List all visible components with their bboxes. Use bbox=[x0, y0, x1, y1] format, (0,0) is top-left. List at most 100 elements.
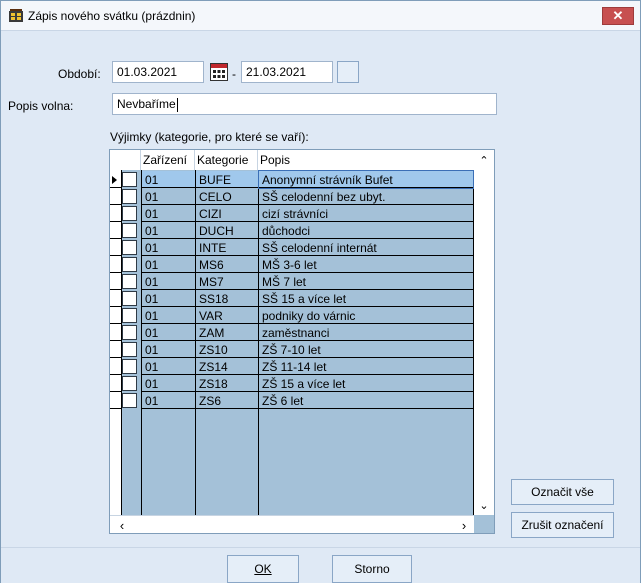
row-checkbox[interactable] bbox=[122, 393, 137, 408]
cell-category[interactable]: ZS14 bbox=[196, 358, 258, 375]
cell-description[interactable]: MŠ 3-6 let bbox=[259, 256, 473, 273]
cell-category[interactable]: VAR bbox=[196, 307, 258, 324]
table-row[interactable]: 01 CIZI cizí strávníci bbox=[110, 205, 473, 222]
cell-description[interactable]: ZŠ 15 a více let bbox=[259, 375, 473, 392]
row-checkbox[interactable] bbox=[122, 342, 137, 357]
row-indicator[interactable] bbox=[110, 324, 122, 341]
row-indicator[interactable] bbox=[110, 273, 122, 290]
close-button[interactable]: ✕ bbox=[602, 7, 634, 25]
column-header-facility[interactable]: Zařízení bbox=[141, 150, 195, 170]
cell-description[interactable]: Anonymní strávník Bufet bbox=[258, 170, 474, 189]
table-row[interactable]: 01 VAR podniky do várnic bbox=[110, 307, 473, 324]
cell-category[interactable]: MS6 bbox=[196, 256, 258, 273]
scroll-right-icon[interactable]: › bbox=[456, 517, 472, 533]
row-indicator[interactable] bbox=[110, 239, 122, 256]
cell-category[interactable]: ZS18 bbox=[196, 375, 258, 392]
cell-category[interactable]: BUFE bbox=[196, 171, 258, 188]
exceptions-grid[interactable]: Zařízení Kategorie Popis ⌃ 01 BUFE Anonymn… bbox=[109, 149, 495, 534]
date-to-field[interactable]: 21.03.2021 bbox=[241, 61, 333, 83]
cell-description[interactable]: MŠ 7 let bbox=[259, 273, 473, 290]
cell-facility[interactable]: 01 bbox=[142, 341, 195, 358]
cell-description[interactable]: cizí strávníci bbox=[259, 205, 473, 222]
cell-facility[interactable]: 01 bbox=[142, 171, 195, 188]
cell-facility[interactable]: 01 bbox=[142, 324, 195, 341]
cell-description[interactable]: ZŠ 11-14 let bbox=[259, 358, 473, 375]
row-indicator[interactable] bbox=[110, 256, 122, 273]
cell-facility[interactable]: 01 bbox=[142, 188, 195, 205]
column-header-category[interactable]: Kategorie bbox=[195, 150, 258, 170]
scroll-left-icon[interactable]: ‹ bbox=[114, 517, 130, 533]
column-header-description[interactable]: Popis bbox=[258, 150, 472, 170]
cell-description[interactable]: ZŠ 6 let bbox=[259, 392, 473, 409]
cell-description[interactable]: zaměstnanci bbox=[259, 324, 473, 341]
cell-category[interactable]: CELO bbox=[196, 188, 258, 205]
cell-facility[interactable]: 01 bbox=[142, 290, 195, 307]
table-row[interactable]: 01 MS6 MŠ 3-6 let bbox=[110, 256, 473, 273]
deselect-all-button[interactable]: Zrušit označení bbox=[511, 512, 614, 538]
cell-facility[interactable]: 01 bbox=[142, 375, 195, 392]
row-indicator[interactable] bbox=[110, 222, 122, 239]
cell-facility[interactable]: 01 bbox=[142, 205, 195, 222]
cell-facility[interactable]: 01 bbox=[142, 358, 195, 375]
row-indicator[interactable] bbox=[110, 205, 122, 222]
table-row[interactable]: 01 ZS18 ZŠ 15 a více let bbox=[110, 375, 473, 392]
row-checkbox[interactable] bbox=[122, 240, 137, 255]
calendar-icon[interactable] bbox=[210, 63, 228, 81]
cell-facility[interactable]: 01 bbox=[142, 222, 195, 239]
cell-category[interactable]: MS7 bbox=[196, 273, 258, 290]
table-row[interactable]: 01 ZS14 ZŠ 11-14 let bbox=[110, 358, 473, 375]
scroll-up-icon[interactable]: ⌃ bbox=[474, 150, 494, 170]
table-row[interactable]: 01 BUFE Anonymní strávník Bufet bbox=[110, 170, 474, 189]
cell-category[interactable]: ZS10 bbox=[196, 341, 258, 358]
horizontal-scrollbar[interactable]: ‹ › bbox=[110, 515, 474, 533]
description-input[interactable]: Nevbaříme bbox=[112, 93, 497, 115]
row-indicator[interactable] bbox=[110, 341, 122, 358]
row-indicator[interactable] bbox=[110, 358, 122, 375]
cell-facility[interactable]: 01 bbox=[142, 256, 195, 273]
row-indicator[interactable] bbox=[110, 375, 122, 392]
cell-facility[interactable]: 01 bbox=[142, 392, 195, 409]
cell-category[interactable]: SS18 bbox=[196, 290, 258, 307]
cell-category[interactable]: ZS6 bbox=[196, 392, 258, 409]
table-row[interactable]: 01 MS7 MŠ 7 let bbox=[110, 273, 473, 290]
table-row[interactable]: 01 ZS6 ZŠ 6 let bbox=[110, 392, 473, 409]
row-checkbox[interactable] bbox=[122, 189, 137, 204]
table-row[interactable]: 01 INTE SŠ celodenní internát bbox=[110, 239, 473, 256]
cell-description[interactable]: SŠ celodenní bez ubyt. bbox=[259, 188, 473, 205]
cell-category[interactable]: DUCH bbox=[196, 222, 258, 239]
cell-facility[interactable]: 01 bbox=[142, 307, 195, 324]
ok-button[interactable]: OK bbox=[227, 555, 299, 583]
row-checkbox[interactable] bbox=[122, 308, 137, 323]
table-row[interactable]: 01 SS18 SŠ 15 a více let bbox=[110, 290, 473, 307]
table-row[interactable]: 01 ZAM zaměstnanci bbox=[110, 324, 473, 341]
date-to-picker-button[interactable] bbox=[337, 61, 359, 83]
row-indicator[interactable] bbox=[110, 392, 122, 409]
row-checkbox[interactable] bbox=[122, 325, 137, 340]
cell-description[interactable]: SŠ 15 a více let bbox=[259, 290, 473, 307]
table-row[interactable]: 01 ZS10 ZŠ 7-10 let bbox=[110, 341, 473, 358]
vertical-scrollbar[interactable]: ⌄ bbox=[474, 170, 494, 515]
row-checkbox[interactable] bbox=[122, 376, 137, 391]
table-row[interactable]: 01 CELO SŠ celodenní bez ubyt. bbox=[110, 188, 473, 205]
row-indicator[interactable] bbox=[110, 171, 122, 188]
scroll-down-icon[interactable]: ⌄ bbox=[474, 497, 494, 513]
cell-description[interactable]: SŠ celodenní internát bbox=[259, 239, 473, 256]
select-all-button[interactable]: Označit vše bbox=[511, 479, 614, 505]
cell-category[interactable]: ZAM bbox=[196, 324, 258, 341]
cell-facility[interactable]: 01 bbox=[142, 273, 195, 290]
cancel-button[interactable]: Storno bbox=[332, 555, 412, 583]
row-checkbox[interactable] bbox=[122, 257, 137, 272]
table-row[interactable]: 01 DUCH důchodci bbox=[110, 222, 473, 239]
cell-category[interactable]: INTE bbox=[196, 239, 258, 256]
row-checkbox[interactable] bbox=[122, 274, 137, 289]
row-indicator[interactable] bbox=[110, 307, 122, 324]
cell-facility[interactable]: 01 bbox=[142, 239, 195, 256]
cell-description[interactable]: podniky do várnic bbox=[259, 307, 473, 324]
cell-description[interactable]: ZŠ 7-10 let bbox=[259, 341, 473, 358]
row-checkbox[interactable] bbox=[122, 359, 137, 374]
row-checkbox[interactable] bbox=[122, 172, 137, 187]
date-from-field[interactable]: 01.03.2021 bbox=[112, 61, 204, 83]
row-indicator[interactable] bbox=[110, 290, 122, 307]
row-checkbox[interactable] bbox=[122, 206, 137, 221]
row-indicator[interactable] bbox=[110, 188, 122, 205]
